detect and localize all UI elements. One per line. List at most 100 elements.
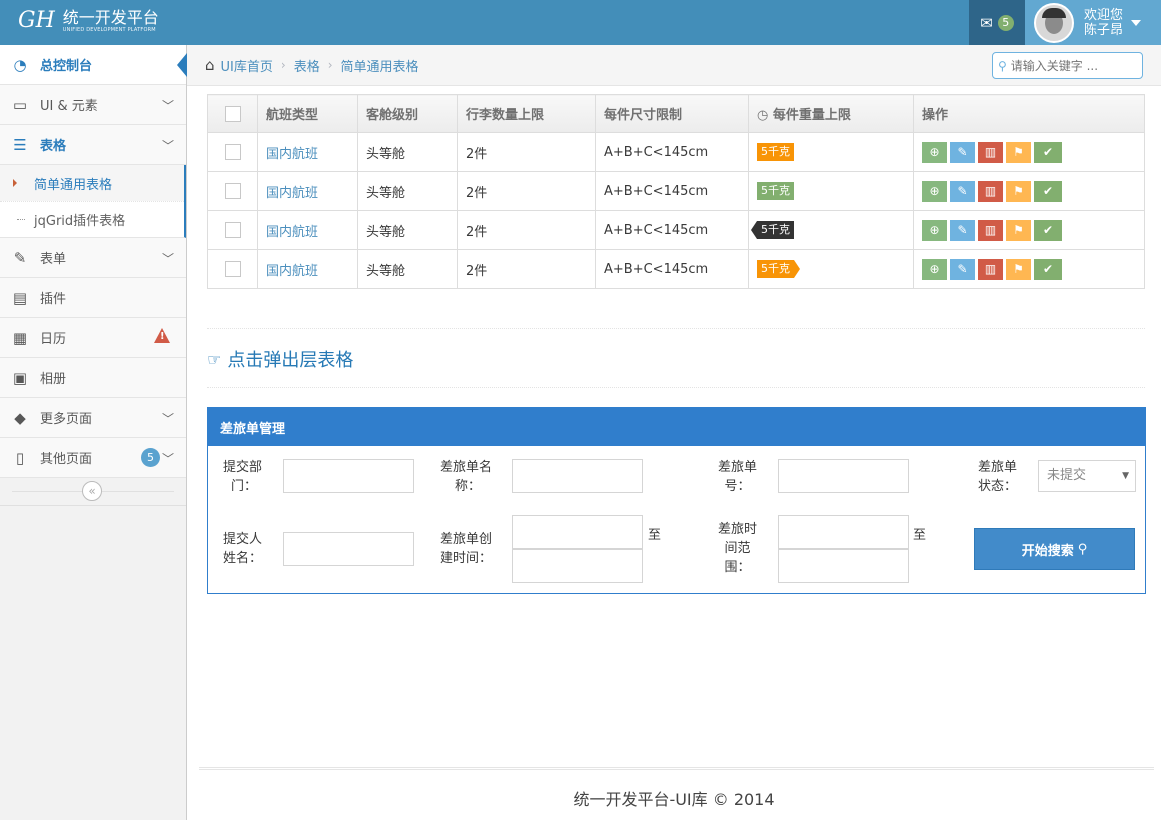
search-icon: ⚲ <box>1077 541 1088 557</box>
trip-time-end-input[interactable] <box>778 549 909 583</box>
form-no-input[interactable] <box>778 459 909 493</box>
created-time-start-input[interactable] <box>512 515 643 549</box>
check-icon[interactable]: ✔ <box>1034 141 1062 163</box>
sidebar-item-ui-elements[interactable]: ▭ UI & 元素 ﹀ <box>0 85 186 125</box>
zoom-in-icon[interactable]: ⊕ <box>922 141 947 163</box>
search-button-label: 开始搜索 <box>1021 543 1074 559</box>
breadcrumb: ⌂ UI库首页 › 表格 › 简单通用表格 ⚲ <box>187 45 1161 86</box>
created-time-end-input[interactable] <box>512 549 643 583</box>
sidebar-item-plugins[interactable]: ▤ 插件 <box>0 278 186 318</box>
submenu-item-simple-table[interactable]: 简单通用表格 <box>0 165 184 201</box>
trash-icon[interactable]: ▥ <box>978 258 1003 280</box>
form-name-input[interactable] <box>512 459 643 493</box>
section-title-text: 点击弹出层表格 <box>227 350 354 371</box>
zoom-in-icon[interactable]: ⊕ <box>922 258 947 280</box>
home-icon[interactable]: ⌂ <box>205 56 215 74</box>
submitter-input[interactable] <box>283 532 414 566</box>
collapse-sidebar-icon[interactable]: « <box>82 481 102 501</box>
actions-cell: ⊕ ✎ ▥ ⚑ ✔ <box>913 171 1145 211</box>
pencil-icon[interactable]: ✎ <box>950 141 975 163</box>
pencil-icon[interactable]: ✎ <box>950 258 975 280</box>
sidebar-item-gallery[interactable]: ▣ 相册 <box>0 358 186 398</box>
submenu-item-label: 简单通用表格 <box>34 177 113 193</box>
col-weight: 每件重量上限 <box>772 108 851 123</box>
col-cabin[interactable]: 客舱级别 <box>357 94 458 133</box>
sidebar-item-dashboard[interactable]: ◔ 总控制台 <box>0 45 187 85</box>
trash-icon[interactable]: ▥ <box>978 219 1003 241</box>
row-select-cell <box>207 249 258 289</box>
check-icon[interactable]: ✔ <box>1034 258 1062 280</box>
col-weight-header[interactable]: ◷ 每件重量上限 <box>748 94 914 133</box>
check-icon[interactable]: ✔ <box>1034 180 1062 202</box>
trip-time-label: 差旅时 间范 围： <box>718 522 758 575</box>
user-menu[interactable]: 欢迎您 陈子昂 <box>1025 0 1161 45</box>
other-pages-badge: 5 <box>141 448 160 467</box>
status-label: 差旅单 状态： <box>978 460 1018 494</box>
dept-input[interactable] <box>283 459 414 493</box>
calendar-icon: ▦ <box>12 328 28 347</box>
submenu-item-jqgrid[interactable]: jqGrid插件表格 <box>0 201 184 237</box>
footer-divider <box>199 767 1154 770</box>
start-search-button[interactable]: 开始搜索 ⚲ <box>974 528 1135 570</box>
row-checkbox[interactable] <box>224 261 241 277</box>
flight-type-link[interactable]: 国内航班 <box>266 225 318 240</box>
flight-type-link[interactable]: 国内航班 <box>266 186 318 201</box>
pencil-icon[interactable]: ✎ <box>950 180 975 202</box>
trip-to-label: 至 <box>913 528 927 543</box>
col-actions: 操作 <box>913 94 1145 133</box>
sidebar-item-forms[interactable]: ✎ 表单 ﹀ <box>0 238 186 278</box>
size-cell: A+B+C<145cm <box>595 249 749 289</box>
row-checkbox[interactable] <box>224 144 241 160</box>
hand-right-icon: ☞ <box>207 349 222 369</box>
sidebar-item-calendar[interactable]: ▦ 日历 ! <box>0 318 186 358</box>
flag-icon[interactable]: ⚑ <box>1006 141 1031 163</box>
clock-icon: ◷ <box>757 108 769 123</box>
flight-type-cell: 国内航班 <box>257 210 358 250</box>
col-flight-type[interactable]: 航班类型 <box>257 94 358 133</box>
flag-icon[interactable]: ⚑ <box>1006 180 1031 202</box>
widget-title: 差旅单管理 <box>208 408 1145 446</box>
col-size[interactable]: 每件尺寸限制 <box>595 94 749 133</box>
brand[interactable]: GH 统一开发平台 UNIFIED DEVELOPMENT PLATFORM <box>18 8 159 33</box>
weight-tag: 5千克 <box>751 221 794 239</box>
flight-type-link[interactable]: 国内航班 <box>266 264 318 279</box>
breadcrumb-current: 简单通用表格 <box>340 59 419 75</box>
trip-time-start-input[interactable] <box>778 515 909 549</box>
count-cell: 2件 <box>457 132 596 172</box>
zoom-in-icon[interactable]: ⊕ <box>922 180 947 202</box>
search-input[interactable] <box>1010 58 1131 73</box>
cabin-cell: 头等舱 <box>357 210 458 250</box>
edit-icon: ✎ <box>13 248 27 267</box>
envelope-icon: ✉ <box>980 13 993 32</box>
sidebar-item-tables[interactable]: ☰ 表格 ﹀ <box>0 125 186 165</box>
row-checkbox[interactable] <box>224 183 241 199</box>
row-select-cell <box>207 210 258 250</box>
flag-icon[interactable]: ⚑ <box>1006 258 1031 280</box>
desktop-icon: ▭ <box>12 95 28 114</box>
flight-type-cell: 国内航班 <box>257 171 358 211</box>
status-select[interactable]: 未提交 ▼ <box>1038 460 1136 492</box>
check-icon[interactable]: ✔ <box>1034 219 1062 241</box>
chevron-down-icon: ﹀ <box>161 252 174 266</box>
search-icon: ⚲ <box>998 58 1007 73</box>
flag-icon[interactable]: ⚑ <box>1006 219 1031 241</box>
messages-button[interactable]: ✉ 5 <box>969 0 1025 45</box>
row-checkbox[interactable] <box>224 222 241 238</box>
trash-icon[interactable]: ▥ <box>978 141 1003 163</box>
zoom-in-icon[interactable]: ⊕ <box>922 219 947 241</box>
sidebar-item-other-pages[interactable]: ▯ 其他页面 5 ﹀ <box>0 438 186 478</box>
select-all-checkbox[interactable] <box>224 105 241 122</box>
flight-type-link[interactable]: 国内航班 <box>266 147 318 162</box>
breadcrumb-tables[interactable]: 表格 <box>294 56 320 75</box>
cabin-cell: 头等舱 <box>357 171 458 211</box>
sidebar-item-more-pages[interactable]: ◆ 更多页面 ﹀ <box>0 398 186 438</box>
pencil-icon[interactable]: ✎ <box>950 219 975 241</box>
chevron-down-icon: ﹀ <box>161 452 174 466</box>
submenu-item-label: jqGrid插件表格 <box>34 214 126 229</box>
breadcrumb-home[interactable]: UI库首页 <box>221 56 273 75</box>
weight-cell: 5千克 <box>748 171 914 211</box>
trash-icon[interactable]: ▥ <box>978 180 1003 202</box>
col-count[interactable]: 行李数量上限 <box>457 94 596 133</box>
size-cell: A+B+C<145cm <box>595 210 749 250</box>
weight-cell: 5千克 <box>748 249 914 289</box>
